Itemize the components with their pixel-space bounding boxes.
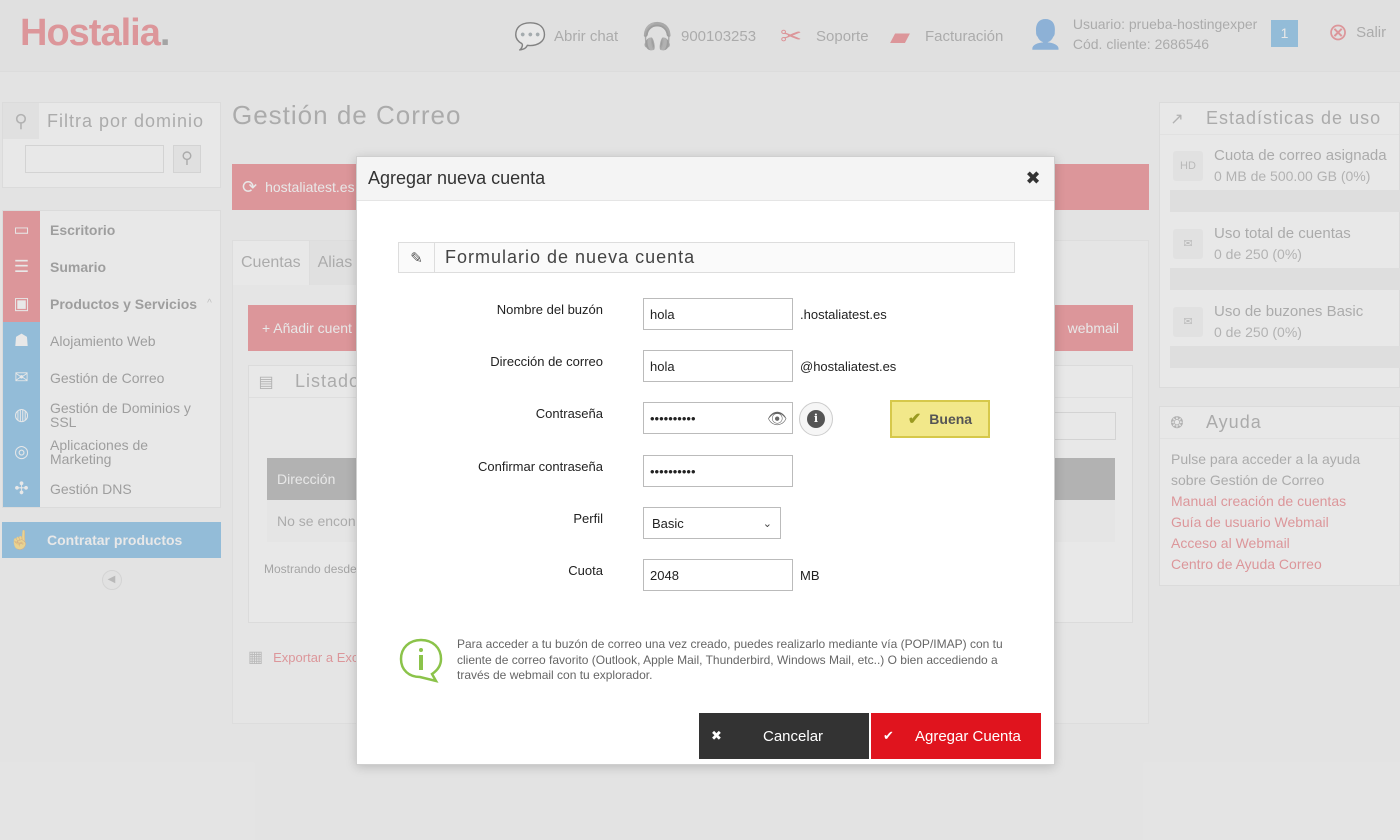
check-icon: ✔ xyxy=(883,728,894,743)
profile-label: Perfil xyxy=(573,511,603,526)
quota-row: Cuota MB xyxy=(357,559,1056,591)
cancel-button[interactable]: ✖ Cancelar xyxy=(699,713,869,759)
pencil-icon: ✎ xyxy=(399,243,435,272)
email-suffix: @hostaliatest.es xyxy=(800,359,897,374)
quota-label: Cuota xyxy=(568,563,603,578)
close-icon[interactable]: ✖ xyxy=(1023,168,1043,189)
access-info-text: Para acceder a tu buzón de correo una ve… xyxy=(457,637,1003,682)
quota-input[interactable] xyxy=(643,559,793,591)
close-icon: ✖ xyxy=(711,728,722,743)
confirm-password-row: Confirmar contraseña xyxy=(357,455,1056,487)
modal-header: Agregar nueva cuenta ✖ xyxy=(357,157,1054,201)
modal-title: Agregar nueva cuenta xyxy=(368,168,546,188)
quota-unit: MB xyxy=(800,568,820,583)
confirm-password-label: Confirmar contraseña xyxy=(478,459,603,474)
mailbox-label: Nombre del buzón xyxy=(496,302,603,317)
chevron-down-icon: ⌄ xyxy=(762,517,772,530)
info-bubble-icon xyxy=(399,638,443,683)
access-info: Para acceder a tu buzón de correo una ve… xyxy=(398,635,1015,687)
form-section-header: ✎ Formulario de nueva cuenta xyxy=(398,242,1015,273)
password-label: Contraseña xyxy=(535,406,603,421)
mailbox-input[interactable] xyxy=(643,298,793,330)
email-row: Dirección de correo @hostaliatest.es xyxy=(357,350,1056,382)
password-row: Contraseña 👁 i ✔ Buena xyxy=(357,400,1056,438)
info-icon: i xyxy=(807,410,825,428)
mailbox-suffix: .hostaliatest.es xyxy=(800,307,887,322)
check-icon: ✔ xyxy=(907,411,922,428)
confirm-password-input[interactable] xyxy=(643,455,793,487)
add-account-submit-button[interactable]: ✔ Agregar Cuenta xyxy=(871,713,1041,759)
profile-select[interactable]: Basic ⌄ xyxy=(643,507,781,539)
mailbox-row: Nombre del buzón .hostaliatest.es xyxy=(357,298,1056,330)
password-strength-badge: ✔ Buena xyxy=(890,400,990,438)
eye-icon[interactable]: 👁 xyxy=(767,409,787,429)
email-input[interactable] xyxy=(643,350,793,382)
password-info-button[interactable]: i xyxy=(799,402,833,436)
add-account-modal: Agregar nueva cuenta ✖ ✎ Formulario de n… xyxy=(356,156,1055,765)
profile-row: Perfil Basic ⌄ xyxy=(357,507,1056,539)
email-label: Dirección de correo xyxy=(490,354,603,369)
